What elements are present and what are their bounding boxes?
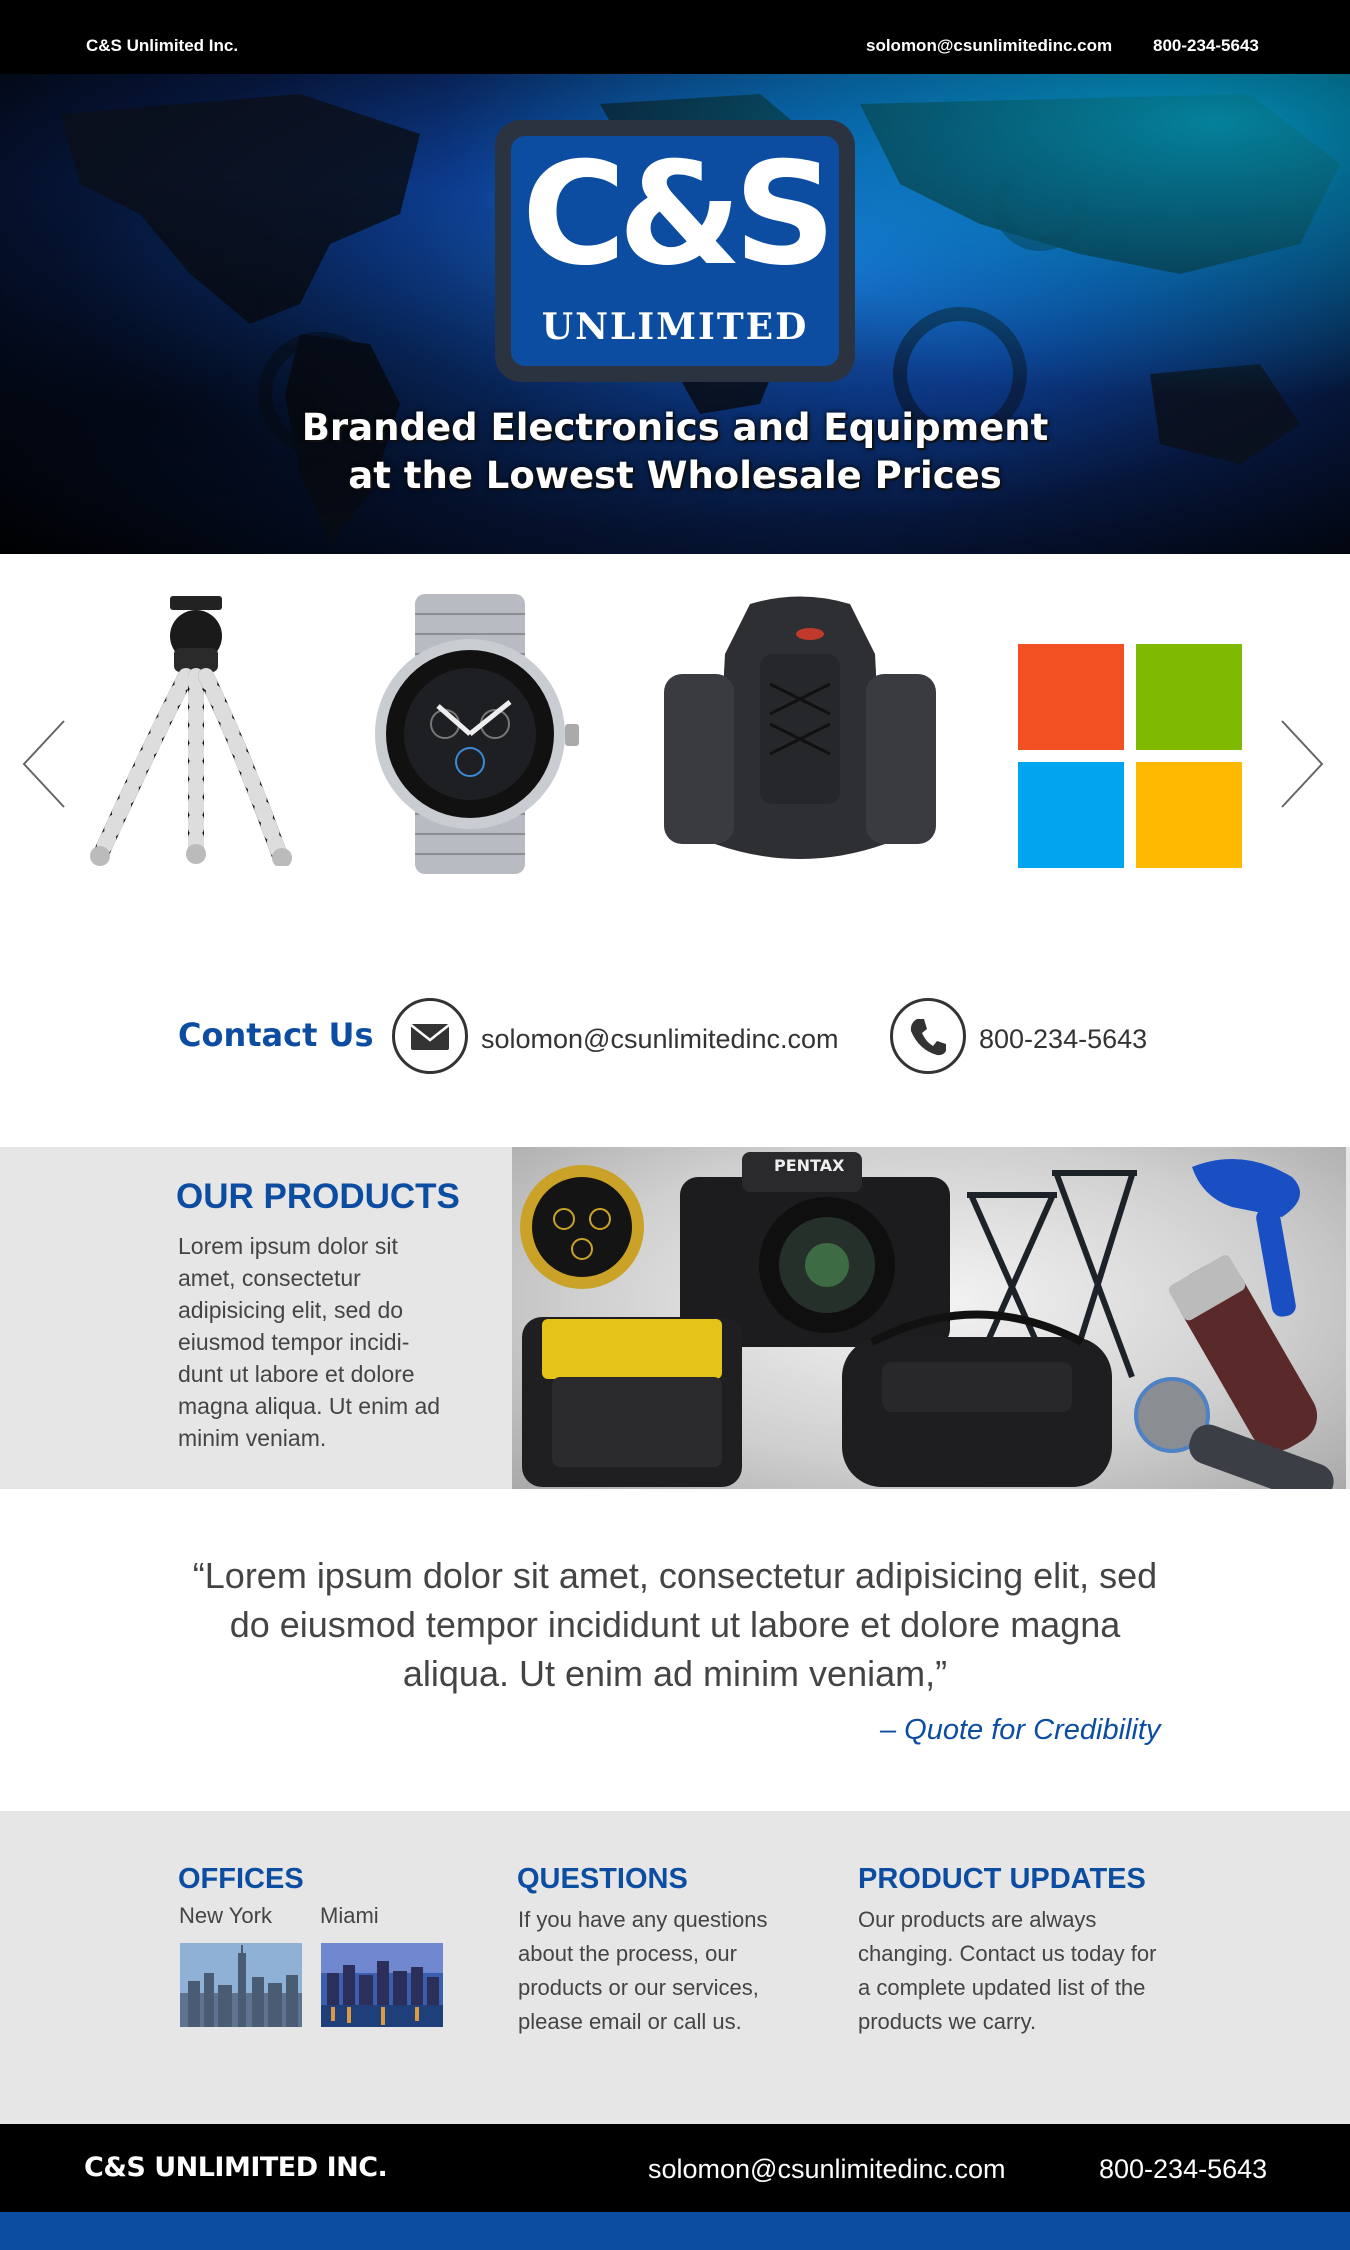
testimonial-attribution: – Quote for Credibility (880, 1714, 1161, 1746)
products-heading: OUR PRODUCTS (176, 1177, 460, 1216)
product-updates-heading: PRODUCT UPDATES (858, 1863, 1146, 1895)
logo-wordmark: C&S (521, 132, 836, 297)
watch-icon[interactable] (360, 594, 590, 874)
testimonial-quote: “Lorem ipsum dolor sit amet, consectetur… (192, 1555, 1158, 1694)
hero-banner: C&S UNLIMITED Branded Electronics and Eq… (0, 74, 1350, 554)
top-bar: C&S Unlimited Inc. solomon@csunlimitedin… (0, 0, 1350, 74)
contact-phone-link[interactable]: 800-234-5643 (979, 1024, 1147, 1055)
footer-company-name: C&S UNLIMITED INC. (84, 2152, 388, 2183)
office-city-miami: Miami (320, 1903, 379, 1928)
footer-phone-link[interactable]: 800-234-5643 (1099, 2154, 1267, 2185)
microsoft-logo-icon[interactable] (1018, 644, 1242, 868)
products-description: Lorem ipsum dolor sit amet, consectetur … (178, 1233, 441, 1451)
chevron-left-icon[interactable] (20, 719, 70, 809)
miami-photo (321, 1943, 443, 2027)
phone-icon[interactable] (890, 998, 966, 1074)
tripod-icon[interactable] (90, 596, 300, 866)
offices-heading: OFFICES (178, 1863, 304, 1895)
logo-subtitle: UNLIMITED (541, 306, 809, 348)
testimonial-section: “Lorem ipsum dolor sit amet, consectetur… (0, 1489, 1350, 1811)
info-section: OFFICES New York Miami QUESTIONS If you … (0, 1811, 1350, 2124)
products-collage-image: PENTAX (512, 1147, 1346, 1489)
footer-accent-strip (0, 2212, 1350, 2250)
footer-email-link[interactable]: solomon@csunlimitedinc.com (648, 2154, 1006, 2185)
svg-text:PENTAX: PENTAX (774, 1156, 845, 1175)
chevron-right-icon[interactable] (1276, 719, 1326, 809)
questions-text: If you have any questions about the proc… (518, 1907, 768, 2034)
header-email-link[interactable]: solomon@csunlimitedinc.com (866, 36, 1112, 56)
backpack-icon[interactable] (660, 594, 940, 874)
brand-logo: C&S UNLIMITED (495, 120, 855, 382)
office-city-new-york: New York (179, 1903, 272, 1928)
header-phone-link[interactable]: 800-234-5643 (1153, 36, 1259, 56)
hero-tagline-line1: Branded Electronics and Equipment (301, 406, 1049, 449)
contact-heading: Contact Us (178, 1016, 374, 1054)
questions-heading: QUESTIONS (517, 1863, 688, 1895)
hero-tagline-line2: at the Lowest Wholesale Prices (348, 454, 1002, 497)
product-carousel (0, 554, 1350, 944)
our-products-section: OUR PRODUCTS Lorem ipsum dolor sit amet,… (0, 1147, 1350, 1489)
product-updates-text: Our products are always changing. Contac… (858, 1907, 1157, 2034)
contact-section: Contact Us solomon@csunlimitedinc.com 80… (0, 944, 1350, 1147)
contact-email-link[interactable]: solomon@csunlimitedinc.com (481, 1024, 839, 1055)
new-york-photo (180, 1943, 302, 2027)
footer: C&S UNLIMITED INC. solomon@csunlimitedin… (0, 2124, 1350, 2212)
company-name: C&S Unlimited Inc. (86, 36, 239, 55)
envelope-icon[interactable] (392, 998, 468, 1074)
